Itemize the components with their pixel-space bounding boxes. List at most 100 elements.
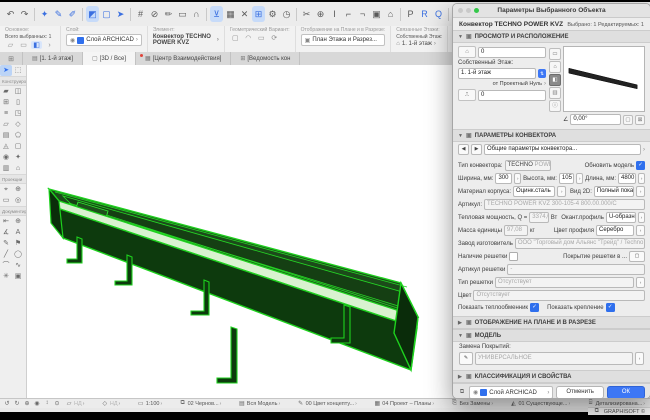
geometry-variant-2-icon[interactable]: ◠: [243, 34, 254, 42]
preview-section-button[interactable]: ▥: [549, 87, 561, 99]
spline-tool[interactable]: ∿: [12, 260, 24, 271]
curtain-wall-tool[interactable]: ▢: [12, 141, 24, 152]
next-page-button[interactable]: ▶: [471, 144, 482, 155]
preview-front-button[interactable]: ⌂: [549, 61, 561, 73]
dimension-tool[interactable]: ⇤: [0, 216, 12, 227]
wall-tool[interactable]: ▰: [0, 86, 12, 97]
cut-icon[interactable]: ✂: [300, 6, 313, 22]
quick-option-pen-set[interactable]: ✎ 00 Цвет концепту... ›: [295, 400, 359, 407]
mesh-tool[interactable]: ⌂: [12, 163, 24, 174]
gravity-icon[interactable]: ⊻: [210, 6, 223, 22]
stepper-icon[interactable]: ›: [636, 186, 645, 197]
section-view-location[interactable]: ▼ ▣ ПРОСМОТР И РАСПОЛОЖЕНИЕ: [453, 30, 650, 43]
shell-tool[interactable]: ◇: [12, 119, 24, 130]
zoom-icon[interactable]: ⊕: [314, 6, 327, 22]
railing-tool[interactable]: ◬: [0, 141, 12, 152]
angle-dimension-tool[interactable]: ∡: [0, 227, 12, 238]
preview-3d-button[interactable]: ◧: [549, 74, 561, 86]
grille-cover-button[interactable]: ▢: [629, 251, 645, 262]
cancel-button[interactable]: Отменить: [556, 386, 603, 399]
dialog-layer-picker[interactable]: ◉ Слой ARCHICAD ›: [469, 386, 553, 399]
worksheet-tool[interactable]: ▭: [0, 195, 12, 206]
schedule-icon[interactable]: ▦: [224, 6, 237, 22]
magnify-icon[interactable]: ⊙: [53, 400, 61, 407]
sep[interactable]: [130, 8, 131, 21]
stepper-icon[interactable]: ›: [638, 173, 645, 184]
toolbox-group-construction[interactable]: Конструиро: [0, 76, 26, 86]
section-plan-display[interactable]: ▶ ▣ ОТОБРАЖЕНИЕ НА ПЛАНЕ И В РАЗРЕЗЕ: [453, 316, 650, 329]
corner-icon[interactable]: ⌐: [342, 6, 355, 22]
update-model-checkbox[interactable]: [636, 161, 645, 170]
sep[interactable]: [448, 8, 449, 21]
story-offset-field[interactable]: 0: [478, 47, 546, 58]
beam-tool[interactable]: ≡: [0, 108, 12, 119]
prev-page-button[interactable]: ◀: [458, 144, 469, 155]
width-field[interactable]: 300: [495, 173, 512, 184]
view2d-select[interactable]: Полный показ: [594, 186, 634, 197]
radial-dimension-tool[interactable]: ⊕: [12, 216, 24, 227]
label-tool[interactable]: ✎: [0, 238, 12, 249]
quick-option-detail-level[interactable]: ⌸ Детализирована... ›: [585, 400, 647, 407]
mirror-button[interactable]: ▢: [623, 115, 633, 125]
grid-snap-icon[interactable]: #: [134, 6, 147, 22]
autosave-icon[interactable]: ◷: [280, 6, 293, 22]
toolbox-group-projections[interactable]: Проекции: [0, 174, 26, 184]
ibeam-icon[interactable]: I: [328, 6, 341, 22]
preview-plan-button[interactable]: ▭: [549, 48, 561, 60]
stepper-icon[interactable]: ›: [514, 173, 521, 184]
zone-tool[interactable]: ▥: [0, 163, 12, 174]
element-selection-icon[interactable]: ◩: [86, 6, 99, 22]
toolbox-group-documentation[interactable]: Документир: [0, 206, 26, 216]
quick-option-layer-combination[interactable]: ⧉ 02 Чернов... ›: [177, 400, 224, 407]
tab-3d-all[interactable]: ▢ [3D / Все]: [83, 52, 136, 65]
home-icon[interactable]: ⌂: [384, 6, 397, 22]
show-heat-exchanger-checkbox[interactable]: [530, 303, 539, 312]
orbit-left-icon[interactable]: ↺: [3, 400, 11, 407]
tab-floor-plan[interactable]: ▤ [1. 1-й этаж]: [23, 52, 83, 65]
quick-option-scale[interactable]: ▭ 1:100 ›: [135, 400, 164, 407]
lock-icon[interactable]: ∩: [190, 6, 203, 22]
zoom-extent-icon[interactable]: ⊕: [23, 400, 31, 407]
window-stack-icon[interactable]: ⧉: [593, 408, 601, 415]
hotspot-tool[interactable]: ✳: [0, 271, 12, 282]
favorite-apply-icon[interactable]: ▭: [18, 41, 29, 49]
stepper-icon[interactable]: ›: [576, 173, 583, 184]
favorites-icon[interactable]: ✦: [38, 6, 51, 22]
layer-picker[interactable]: ◉ Слой ARCHICAD ›: [66, 34, 142, 46]
sep[interactable]: [296, 8, 297, 21]
stepper-icon[interactable]: ›: [636, 225, 645, 236]
geometry-variant-4-icon[interactable]: ⟳: [269, 34, 280, 42]
polyline-tool[interactable]: ⌒: [0, 260, 12, 271]
lamp-tool[interactable]: ✦: [12, 152, 24, 163]
sep[interactable]: [400, 8, 401, 21]
own-story-picker[interactable]: ⌂ 1. 1-й этаж ›: [396, 41, 442, 47]
parameter-page-select[interactable]: Общие параметры конвектора...: [484, 144, 641, 155]
roof-tool[interactable]: ▱: [0, 119, 12, 130]
geometry-variant-1-icon[interactable]: ▢: [230, 34, 241, 42]
quick-option-structure-display[interactable]: ▤ Вся Модель ›: [236, 400, 282, 407]
snap-guides-icon[interactable]: ⊞: [252, 6, 265, 22]
elevation-field[interactable]: 0: [478, 90, 546, 101]
sep[interactable]: [82, 8, 83, 21]
polygon-icon[interactable]: ▭: [176, 6, 189, 22]
length-field[interactable]: 4800: [618, 173, 636, 184]
dialog-titlebar[interactable]: Параметры Выбранного Объекта: [453, 4, 650, 18]
suspend-groups-icon[interactable]: ✕: [238, 6, 251, 22]
height-field[interactable]: 105: [559, 173, 575, 184]
object-stamp-icon[interactable]: ◧: [31, 41, 42, 49]
show-mount-checkbox[interactable]: [606, 303, 615, 312]
preview-info-button[interactable]: ⓘ: [549, 100, 561, 112]
stepper-icon[interactable]: ›: [557, 186, 566, 197]
morph-tool[interactable]: ▤: [0, 130, 12, 141]
render-icon[interactable]: R: [418, 6, 431, 22]
stepper-icon[interactable]: ⇅: [538, 69, 546, 78]
object-preview[interactable]: [563, 46, 645, 112]
sep[interactable]: [34, 8, 35, 21]
quick-option-na-1[interactable]: ▱ НД ›: [63, 400, 86, 407]
elevation-tool[interactable]: ⊕: [12, 184, 24, 195]
undo-icon[interactable]: ↶: [4, 6, 17, 22]
element-value[interactable]: Конвектор TECHNO POWER KVZ ›: [153, 34, 219, 46]
display-mode-button[interactable]: ▣ План Этажа и Разрез...: [301, 34, 386, 46]
mirror-x-button[interactable]: ⊠: [635, 115, 645, 125]
stair-tool[interactable]: ⬠: [12, 130, 24, 141]
